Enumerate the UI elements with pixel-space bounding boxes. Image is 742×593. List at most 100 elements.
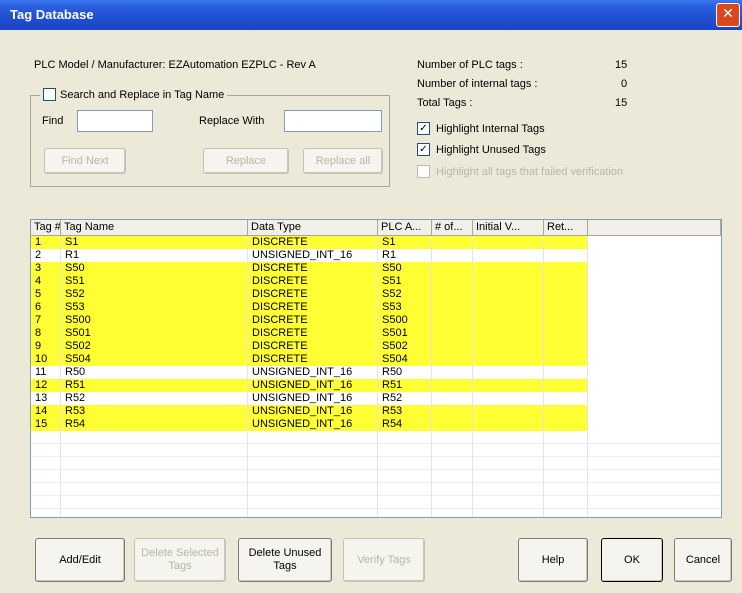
cell-tag-name: S50 (61, 262, 248, 275)
cell-plc-address: S500 (378, 314, 432, 327)
cell-initial-value (473, 236, 544, 249)
replace-with-input[interactable] (284, 110, 382, 132)
column-header-tag-name[interactable]: Tag Name (61, 220, 248, 236)
cell-retentive (544, 314, 588, 327)
cell-tag-number: 9 (31, 340, 61, 353)
cell-tag-name: R1 (65, 249, 80, 261)
cell-initial-value (473, 262, 544, 275)
title-bar[interactable]: Tag Database ✕ (0, 0, 742, 30)
highlight-failed-checkbox[interactable] (417, 165, 430, 178)
cell-retentive (544, 379, 588, 392)
plc-tags-value: 15 (615, 59, 628, 71)
cell-retentive (544, 236, 588, 249)
search-replace-label: Search and Replace in Tag Name (60, 88, 225, 101)
tag-table[interactable]: Tag # Tag Name Data Type PLC A... # of... Ini… (30, 219, 722, 518)
column-header-initial-value[interactable]: Initial V... (473, 220, 544, 236)
cell-tag-number: 12 (31, 379, 61, 392)
table-row[interactable]: 5 S52 DISCRETE S52 (31, 288, 721, 301)
cell-initial-value (473, 288, 544, 301)
cancel-button[interactable]: Cancel (674, 538, 732, 582)
table-row[interactable]: 6 S53 DISCRETE S53 (31, 301, 721, 314)
highlight-failed-option[interactable]: Highlight all tags that failed verificat… (417, 165, 623, 178)
cell-tag-name: S53 (61, 301, 248, 314)
cell-tag-number: 7 (31, 314, 61, 327)
cell-plc-address: S53 (378, 301, 432, 314)
cell-data-type: DISCRETE (248, 275, 378, 288)
column-header-plc-address[interactable]: PLC A... (378, 220, 432, 236)
table-row[interactable]: 2 R1 UNSIGNED_INT_16 R1 (31, 249, 721, 262)
cell-data-type: DISCRETE (248, 236, 378, 249)
plc-model-label: PLC Model / Manufacturer: EZAutomation E… (34, 59, 316, 71)
table-row[interactable]: 7 S500 DISCRETE S500 (31, 314, 721, 327)
cell-data-type: UNSIGNED_INT_16 (252, 249, 353, 261)
cell-retentive (544, 275, 588, 288)
cell-data-type: DISCRETE (248, 353, 378, 366)
delete-unused-tags-button[interactable]: Delete Unused Tags (238, 538, 332, 582)
cell-initial-value (473, 418, 544, 431)
table-row[interactable]: 8 S501 DISCRETE S501 (31, 327, 721, 340)
table-row[interactable]: 11 R50 UNSIGNED_INT_16 R50 (31, 366, 721, 379)
cell-data-type: DISCRETE (248, 340, 378, 353)
cell-initial-value (473, 340, 544, 353)
cell-num-of (432, 379, 473, 392)
cell-tag-name: S500 (61, 314, 248, 327)
cell-num-of (432, 366, 473, 379)
table-row[interactable]: 10 S504 DISCRETE S504 (31, 353, 721, 366)
cell-tag-name: R53 (61, 405, 248, 418)
total-tags-value: 15 (615, 97, 628, 109)
cell-data-type: DISCRETE (248, 288, 378, 301)
find-input[interactable] (77, 110, 153, 132)
highlight-internal-checkbox[interactable]: ✓ (417, 122, 430, 135)
table-row[interactable]: 1 S1 DISCRETE S1 (31, 236, 721, 249)
cell-tag-name: S52 (61, 288, 248, 301)
cell-data-type: UNSIGNED_INT_16 (248, 418, 378, 431)
table-row[interactable]: 13 R52 UNSIGNED_INT_16 R52 (31, 392, 721, 405)
cell-retentive (544, 301, 588, 314)
window-title: Tag Database (10, 7, 94, 22)
highlight-unused-checkbox[interactable]: ✓ (417, 143, 430, 156)
cell-initial-value (473, 405, 544, 418)
cell-data-type: UNSIGNED_INT_16 (252, 366, 353, 378)
search-replace-checkbox[interactable] (43, 88, 56, 101)
cell-num-of (432, 236, 473, 249)
help-button[interactable]: Help (518, 538, 588, 582)
table-row[interactable]: 14 R53 UNSIGNED_INT_16 R53 (31, 405, 721, 418)
cell-initial-value (473, 275, 544, 288)
cell-tag-name: R50 (65, 366, 86, 378)
cell-num-of (432, 353, 473, 366)
find-next-button[interactable]: Find Next (44, 148, 126, 174)
table-row[interactable]: 4 S51 DISCRETE S51 (31, 275, 721, 288)
column-header-tag-number[interactable]: Tag # (31, 220, 61, 236)
ok-button[interactable]: OK (601, 538, 663, 582)
cell-data-type: DISCRETE (248, 327, 378, 340)
column-header-num-of[interactable]: # of... (432, 220, 473, 236)
column-header-retentive[interactable]: Ret... (544, 220, 588, 236)
replace-button[interactable]: Replace (203, 148, 289, 174)
table-row[interactable]: 9 S502 DISCRETE S502 (31, 340, 721, 353)
highlight-unused-option[interactable]: ✓ Highlight Unused Tags (417, 143, 546, 156)
table-row[interactable]: 3 S50 DISCRETE S50 (31, 262, 721, 275)
cell-data-type: DISCRETE (248, 301, 378, 314)
cell-data-type: UNSIGNED_INT_16 (248, 379, 378, 392)
table-row[interactable]: 12 R51 UNSIGNED_INT_16 R51 (31, 379, 721, 392)
column-header-data-type[interactable]: Data Type (248, 220, 378, 236)
cell-tag-number: 13 (35, 392, 48, 404)
add-edit-button[interactable]: Add/Edit (35, 538, 125, 582)
cell-num-of (432, 314, 473, 327)
cell-tag-name: S502 (61, 340, 248, 353)
delete-selected-tags-button[interactable]: Delete Selected Tags (134, 538, 226, 582)
verify-tags-button[interactable]: Verify Tags (343, 538, 425, 582)
close-icon[interactable]: ✕ (716, 3, 740, 27)
cell-tag-name: R54 (61, 418, 248, 431)
cell-num-of (432, 262, 473, 275)
cell-data-type: UNSIGNED_INT_16 (252, 392, 353, 404)
cell-tag-number: 4 (31, 275, 61, 288)
table-row[interactable]: 15 R54 UNSIGNED_INT_16 R54 (31, 418, 721, 431)
search-replace-caption: Search and Replace in Tag Name (40, 88, 228, 101)
cell-retentive (544, 392, 588, 405)
cell-data-type: DISCRETE (248, 262, 378, 275)
highlight-failed-label: Highlight all tags that failed verificat… (436, 165, 624, 178)
highlight-internal-option[interactable]: ✓ Highlight Internal Tags (417, 122, 545, 135)
replace-all-button[interactable]: Replace all (303, 148, 383, 174)
cell-initial-value (473, 327, 544, 340)
